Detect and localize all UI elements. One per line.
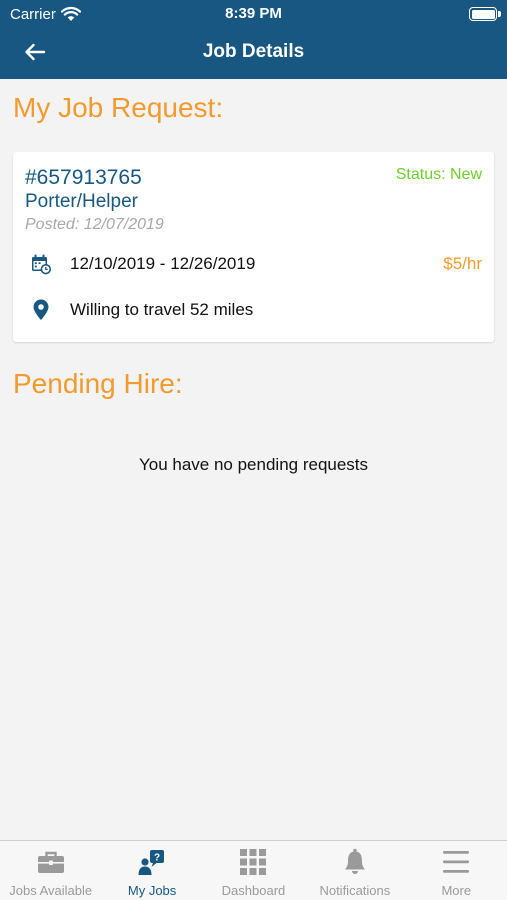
status-bar: Carrier 8:39 PM [0, 0, 507, 28]
empty-state-message: You have no pending requests [138, 455, 369, 474]
page-title: Job Details [202, 41, 305, 62]
date-range: 12/10/2019 - 12/26/2019 [70, 254, 256, 273]
job-request-card[interactable]: #657913765 Status: New Porter/Helper Pos… [13, 152, 494, 342]
battery-icon [469, 7, 497, 21]
tab-bar: Jobs Available ? My Jobs Dashboard Notif… [0, 840, 507, 900]
tab-label: My Jobs [127, 883, 177, 898]
tab-dashboard[interactable]: Dashboard [203, 841, 304, 900]
svg-text:?: ? [154, 853, 160, 864]
tab-label: Notifications [319, 883, 391, 898]
my-jobs-icon: ? [138, 850, 165, 875]
header-bar: Carrier 8:39 PM Job Details [0, 0, 507, 79]
battery-cap [498, 11, 501, 17]
briefcase-icon [37, 851, 64, 873]
posted-date: Posted: 12/07/2019 [25, 216, 164, 233]
tab-more[interactable]: More [406, 841, 507, 900]
calendar-icon [32, 254, 51, 275]
bell-icon [344, 848, 365, 874]
tab-label: More [441, 883, 472, 898]
hourly-rate: $5/hr [443, 254, 482, 273]
location-pin-icon [33, 299, 49, 320]
menu-icon [443, 851, 470, 873]
clock: 8:39 PM [225, 5, 282, 22]
tab-jobs-available[interactable]: Jobs Available [0, 841, 101, 900]
job-title: Porter/Helper [25, 191, 138, 212]
tab-label: Dashboard [221, 883, 286, 898]
tab-label: Jobs Available [9, 883, 93, 898]
tab-notifications[interactable]: Notifications [304, 841, 405, 900]
grid-icon [240, 849, 267, 875]
status-badge: Status: New [395, 166, 482, 183]
travel-distance: Willing to travel 52 miles [70, 300, 254, 319]
tab-my-jobs[interactable]: ? My Jobs [101, 841, 202, 900]
pending-hire-heading: Pending Hire: [13, 368, 183, 399]
job-id: #657913765 [25, 166, 142, 189]
my-job-request-heading: My Job Request: [13, 92, 224, 123]
